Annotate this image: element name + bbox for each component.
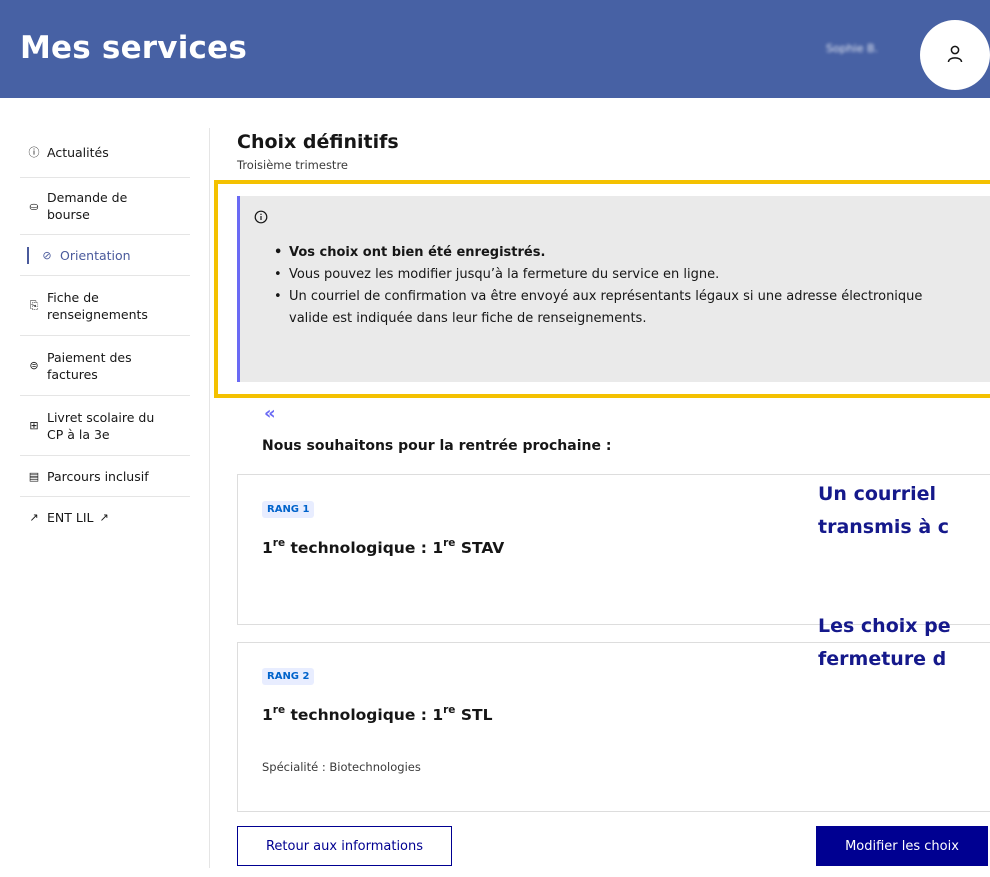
overlay-annotation-2: Les choix pe fermeture d xyxy=(818,615,951,670)
sidebar-item-parcours-inclusif[interactable]: ▤ Parcours inclusif xyxy=(20,456,190,497)
sidebar-item-label: Fiche de renseignements xyxy=(47,289,148,322)
highlight-frame xyxy=(214,180,990,398)
sidebar-nav: ⓘ Actualités ⛀ Demande de bourse ⊘ Orien… xyxy=(20,128,190,538)
sidebar-item-ent-lil[interactable]: ↗ ENT LIL ↗ xyxy=(20,497,190,538)
sidebar-item-label: Actualités xyxy=(47,145,109,160)
user-icon xyxy=(947,45,963,63)
rank-badge: RANG 2 xyxy=(262,668,315,685)
quote-icon: « xyxy=(264,403,276,424)
sidebar-item-livret-scolaire[interactable]: ⊞ Livret scolaire du CP à la 3e xyxy=(20,396,190,456)
sidebar-item-label: Paiement des factures xyxy=(47,349,132,382)
sidebar-item-fiche-de-renseignements[interactable]: ⎘ Fiche de renseignements xyxy=(20,276,190,336)
overlay-annotation-1: Un courriel transmis à c xyxy=(818,483,950,538)
user-name: Sophie B. xyxy=(826,42,879,55)
sidebar-item-actualites[interactable]: ⓘ Actualités xyxy=(20,128,190,178)
sidebar-item-label: Livret scolaire du CP à la 3e xyxy=(47,409,155,442)
calendar-icon: ▤ xyxy=(28,469,40,483)
sidebar-item-label: ENT LIL xyxy=(47,510,94,525)
choice-label: 1re technologique : 1re STL xyxy=(262,704,493,725)
modify-choices-button[interactable]: Modifier les choix xyxy=(816,826,988,866)
sidebar-item-label: Parcours inclusif xyxy=(47,468,149,484)
header: Mes services Sophie B. xyxy=(0,0,990,98)
hand-coins-icon: ⛀ xyxy=(29,199,39,213)
compass-icon: ⊘ xyxy=(42,248,52,262)
sidebar-item-label: Demande de bourse xyxy=(47,190,128,222)
edit-document-icon: ⎘ xyxy=(29,299,39,312)
choice-specialty: Spécialité : Biotechnologies xyxy=(262,760,421,774)
sidebar-item-demande-de-bourse[interactable]: ⛀ Demande de bourse xyxy=(20,178,190,235)
rank-badge: RANG 1 xyxy=(262,501,315,518)
sidebar-item-paiement-des-factures[interactable]: ⊜ Paiement des factures xyxy=(20,336,190,396)
app-title: Mes services xyxy=(20,30,247,66)
sidebar-item-orientation[interactable]: ⊘ Orientation xyxy=(20,235,190,276)
sidebar-divider xyxy=(209,128,210,868)
choices-intro: Nous souhaitons pour la rentrée prochain… xyxy=(262,438,612,454)
page-subtitle: Troisième trimestre xyxy=(237,158,348,172)
info-circle-icon: ⓘ xyxy=(28,146,40,159)
sidebar-item-label: Orientation xyxy=(60,247,131,263)
back-to-info-button[interactable]: Retour aux informations xyxy=(237,826,452,866)
choice-label: 1re technologique : 1re STAV xyxy=(262,537,505,558)
coin-icon: ⊜ xyxy=(29,359,39,372)
open-book-icon: ⊞ xyxy=(29,419,39,432)
user-avatar-button[interactable] xyxy=(920,20,990,90)
page-title: Choix définitifs xyxy=(237,131,399,153)
external-link-icon: ↗ xyxy=(99,511,109,524)
external-link-icon: ↗ xyxy=(29,511,39,524)
